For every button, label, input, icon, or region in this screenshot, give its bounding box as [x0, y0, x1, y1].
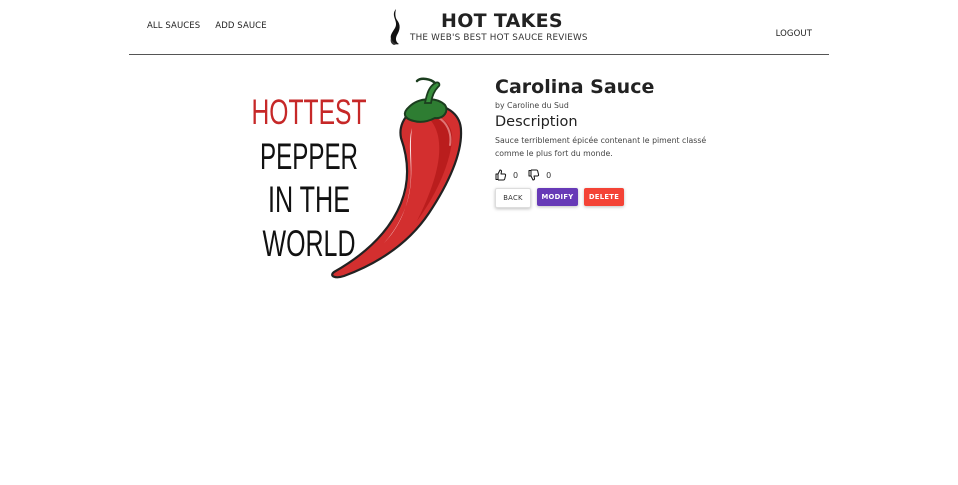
- sauce-name: Carolina Sauce: [495, 76, 655, 98]
- brand[interactable]: HOT TAKES THE WEB'S BEST HOT SAUCE REVIE…: [388, 8, 588, 48]
- sauce-info: Carolina Sauce by Caroline du Sud Descri…: [495, 75, 725, 208]
- dislike-count: 0: [546, 170, 552, 180]
- site-title: HOT TAKES: [441, 10, 563, 32]
- flame-icon: [390, 9, 400, 45]
- description-text: Sauce terriblement épicée contenant le p…: [495, 136, 707, 158]
- vote-bar: 0 0: [495, 168, 725, 182]
- action-buttons: BACK MODIFY DELETE: [495, 188, 725, 208]
- site-header: ALL SAUCES ADD SAUCE HOT TAKES THE WEB'S…: [129, 0, 829, 55]
- nav-left: ALL SAUCES ADD SAUCE: [147, 21, 267, 31]
- image-text-pepper: PEPPER: [260, 136, 358, 177]
- dislike-button[interactable]: 0: [528, 169, 551, 181]
- delete-button[interactable]: DELETE: [584, 188, 624, 206]
- site-subtitle: THE WEB'S BEST HOT SAUCE REVIEWS: [410, 33, 588, 43]
- nav-right: LOGOUT: [776, 21, 812, 40]
- image-text-hottest: HOTTEST: [252, 93, 367, 132]
- back-button[interactable]: BACK: [495, 188, 531, 208]
- like-count: 0: [513, 170, 519, 180]
- like-button[interactable]: 0: [495, 169, 518, 181]
- logout-link[interactable]: LOGOUT: [776, 29, 812, 39]
- image-text-world: WORLD: [263, 223, 356, 264]
- modify-button[interactable]: MODIFY: [537, 188, 578, 206]
- nav-all-sauces-link[interactable]: ALL SAUCES: [147, 21, 200, 31]
- sauce-manufacturer: by Caroline du Sud: [495, 101, 569, 110]
- description-heading: Description: [495, 114, 578, 130]
- nav-add-sauce-link[interactable]: ADD SAUCE: [215, 21, 266, 31]
- thumbs-up-icon: [495, 169, 507, 181]
- sauce-image: HOTTEST PEPPER IN THE WORLD: [252, 77, 463, 279]
- thumbs-down-icon: [528, 169, 540, 181]
- image-text-in-the: IN THE: [268, 179, 350, 220]
- sauce-detail: HOTTEST PEPPER IN THE WORLD Carolina Sau…: [0, 55, 958, 485]
